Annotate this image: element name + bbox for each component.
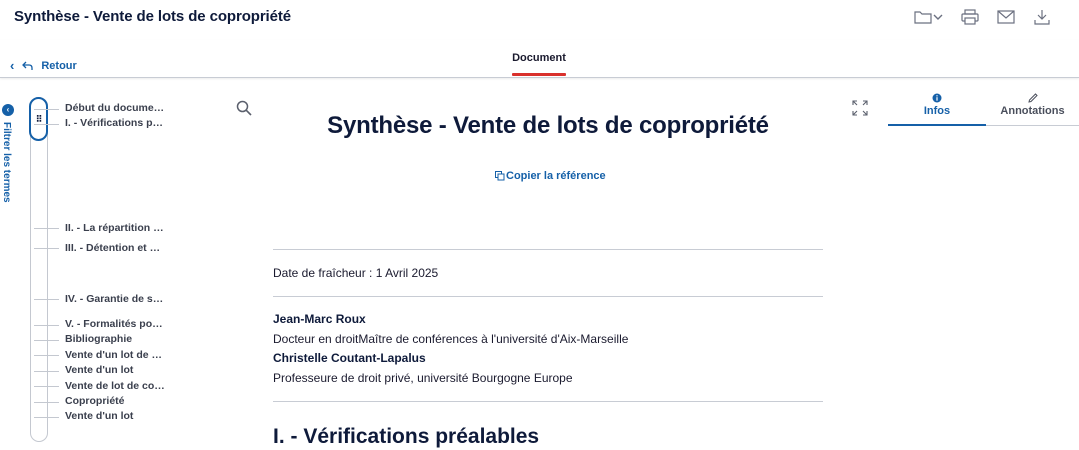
toc-scroll-track[interactable] (30, 97, 48, 442)
toc-tick (34, 325, 59, 326)
filter-terms-toggle[interactable]: ‹ Filtrer les termes (0, 100, 18, 220)
section-heading: I. - Vérifications préalables (273, 425, 540, 448)
drag-handle-icon: ⠿ (35, 113, 43, 124)
toc-tick (34, 402, 59, 403)
mail-icon[interactable] (995, 8, 1017, 26)
chevron-left-icon: ‹ (2, 104, 14, 116)
toc-tick (34, 340, 59, 341)
toc-tick (34, 299, 59, 300)
toc-tick (34, 228, 59, 229)
toc-tick (34, 109, 59, 110)
expand-icon[interactable] (852, 100, 868, 116)
toc-item-related[interactable]: Copropriété (65, 395, 125, 407)
return-arrow-icon (22, 61, 33, 70)
toc-tick (34, 124, 59, 125)
tab-document[interactable]: Document (510, 52, 568, 76)
toc-tick (34, 371, 59, 372)
search-icon[interactable] (236, 100, 252, 116)
toc-tick (34, 355, 59, 356)
tab-annotations[interactable]: Annotations (986, 92, 1079, 126)
toc-item-related[interactable]: Vente d'un lot (65, 410, 133, 422)
copy-icon (495, 171, 505, 181)
toc-tick (34, 248, 59, 249)
top-actions (913, 8, 1053, 26)
toc-item-related[interactable]: Vente d'un lot (65, 364, 133, 376)
tab-annotations-label: Annotations (1000, 105, 1065, 117)
author-role: Docteur en droitMaître de conférences à … (273, 332, 629, 346)
divider (273, 296, 823, 297)
toc-item-section-2[interactable]: II. - La répartition … (65, 222, 164, 234)
toc-item-section-1[interactable]: I. - Vérifications p… (65, 117, 163, 129)
author-name: Jean-Marc Roux (273, 312, 366, 326)
top-bar: Synthèse - Vente de lots de copropriété (0, 0, 1079, 40)
tab-infos-label: Infos (923, 105, 951, 117)
sub-bar: ‹ Retour Document (0, 40, 1079, 78)
filter-terms-label: Filtrer les termes (1, 122, 12, 203)
toc-scroll-handle[interactable]: ⠿ (29, 97, 48, 141)
copy-reference-label: Copier la référence (506, 170, 606, 182)
toc-tick (34, 386, 59, 387)
folder-icon[interactable] (913, 8, 945, 26)
download-icon[interactable] (1031, 8, 1053, 26)
back-button[interactable]: ‹ Retour (10, 58, 77, 73)
chevron-left-icon: ‹ (10, 58, 15, 73)
author-name: Christelle Coutant-Lapalus (273, 351, 426, 365)
toc-item-start[interactable]: Début du docume… (65, 102, 164, 114)
divider (273, 249, 823, 250)
back-label: Retour (41, 59, 77, 72)
freshness-date: Date de fraîcheur : 1 Avril 2025 (273, 266, 439, 280)
tab-infos[interactable]: Infos (888, 92, 986, 126)
divider (273, 401, 823, 402)
toc-item-related[interactable]: Vente de lot de co… (65, 380, 165, 392)
document-title: Synthèse - Vente de lots de copropriété (327, 112, 769, 139)
print-icon[interactable] (959, 8, 981, 26)
copy-reference-link[interactable]: Copier la référence (495, 170, 606, 182)
toc-item-section-4[interactable]: IV. - Garantie de s… (65, 293, 163, 305)
toc-item-related[interactable]: Vente d'un lot de … (65, 349, 162, 361)
toc-item-bibliography[interactable]: Bibliographie (65, 333, 132, 345)
toc-item-section-5[interactable]: V. - Formalités po… (65, 318, 163, 330)
app-title: Synthèse - Vente de lots de copropriété (14, 8, 292, 25)
toc-item-section-3[interactable]: III. - Détention et … (65, 242, 160, 254)
author-role: Professeure de droit privé, université B… (273, 371, 573, 385)
toc-tick (34, 417, 59, 418)
info-icon (932, 93, 942, 103)
pencil-icon (1027, 93, 1038, 103)
